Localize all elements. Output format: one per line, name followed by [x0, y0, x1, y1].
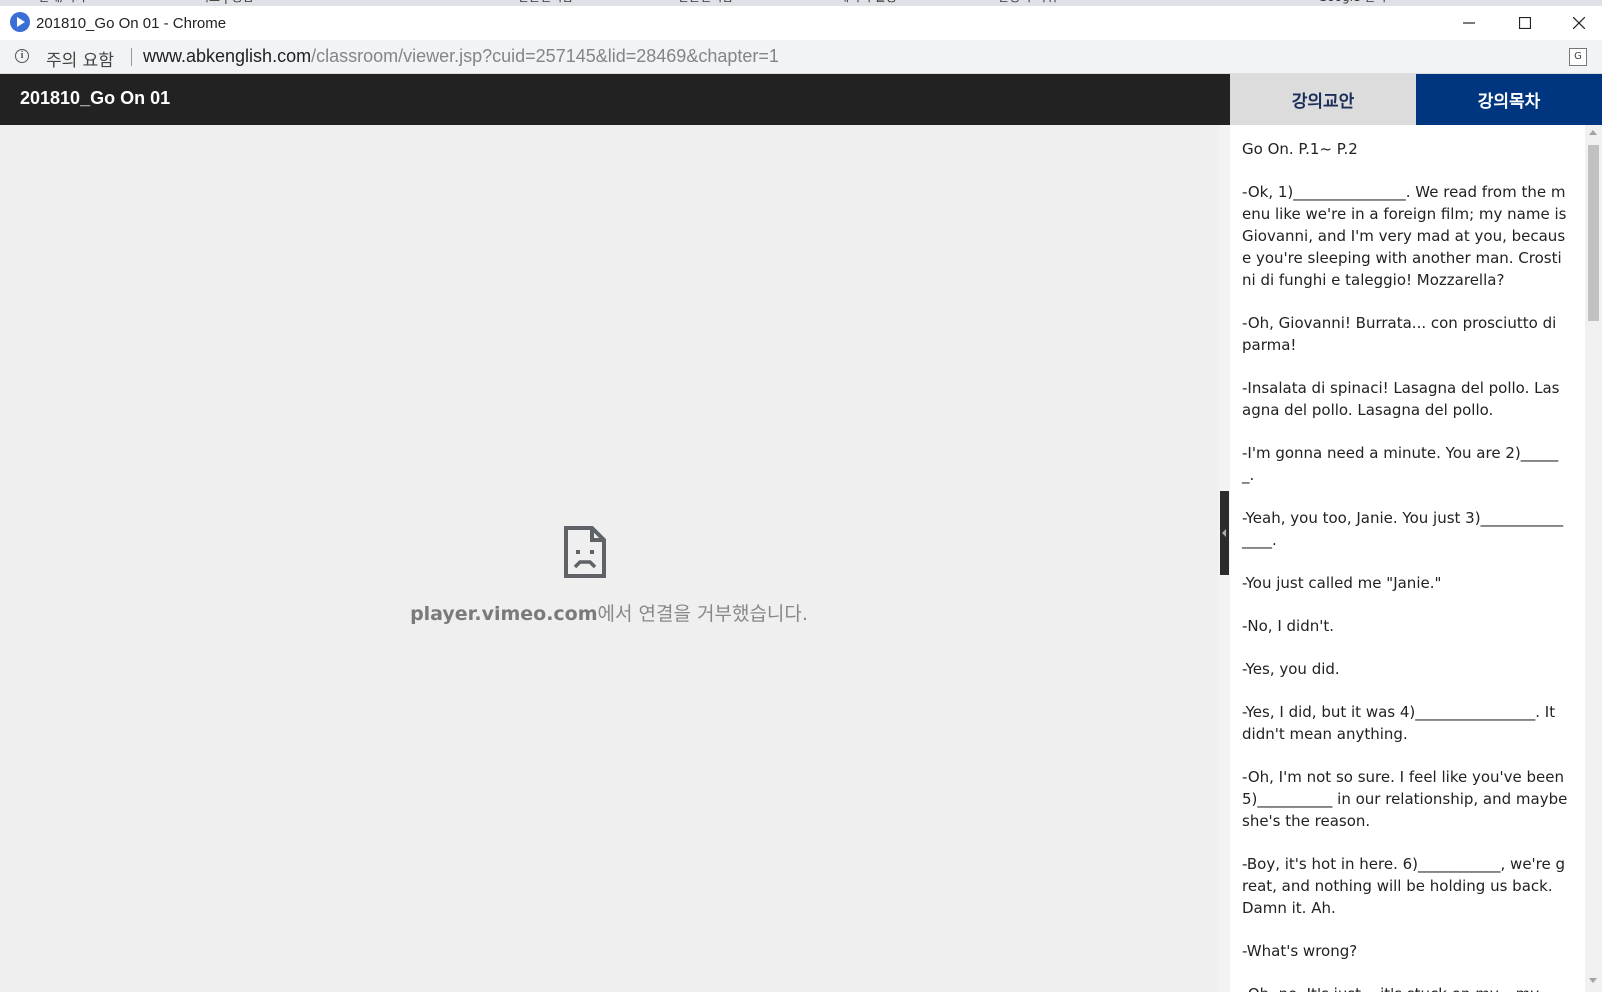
panel-splitter[interactable] — [1218, 125, 1230, 992]
sad-document-icon — [564, 526, 606, 578]
tab-close-icon[interactable]: ✕ — [419, 0, 429, 2]
tab-close-icon[interactable]: ✕ — [106, 0, 116, 4]
background-tab-label: 서초 | 종합 — [198, 0, 254, 4]
script-paragraph: -I'm gonna need a minute. You are 2)____… — [1242, 444, 1559, 484]
scroll-down-arrow-icon[interactable] — [1589, 978, 1597, 983]
background-tab-label: 한영기 어휘 — [998, 0, 1057, 4]
lecture-title: 201810_Go On 01 — [20, 88, 171, 108]
address-separator — [131, 48, 132, 66]
script-paragraph: -What's wrong? — [1242, 942, 1358, 960]
background-tab-label: 전체/리카 — [38, 0, 86, 4]
script-paragraph: -No, I didn't. — [1242, 617, 1335, 635]
url-text[interactable]: www.abkenglish.com/classroom/viewer.jsp?… — [143, 46, 779, 67]
tab-close-icon[interactable]: ✕ — [274, 0, 284, 4]
tab-close-icon[interactable]: ✕ — [753, 0, 763, 4]
script-panel: Go On. P.1~ P.2 -Ok, 1)_______________. W… — [1230, 125, 1585, 992]
error-host: player.vimeo.com — [410, 603, 598, 625]
scrollbar-thumb[interactable] — [1588, 145, 1599, 321]
url-host: www.abkenglish.com — [143, 46, 312, 66]
script-paragraph: -Boy, it's hot in here. 6)___________, w… — [1242, 855, 1566, 917]
chrome-play-icon — [10, 12, 30, 32]
script-scrollbar[interactable] — [1585, 125, 1602, 992]
script-paragraph: -Oh, no. It's just... it's stuck on my..… — [1242, 983, 1568, 992]
background-tab-label: NAVER — [358, 0, 399, 2]
error-text: 에서 연결을 거부했습니다. — [597, 603, 808, 625]
tab-close-icon[interactable]: ✕ — [917, 0, 927, 4]
tab-close-icon[interactable]: ✕ — [1406, 0, 1416, 4]
script-paragraph: -Oh, I'm not so sure. I feel like you've… — [1242, 768, 1568, 830]
script-paragraph: -Insalata di spinaci! Lasagna del pollo.… — [1242, 379, 1560, 419]
script-paragraph: Go On. P.1~ P.2 — [1242, 140, 1358, 158]
script-paragraph: -Ok, 1)_______________. We read from the… — [1242, 183, 1567, 289]
script-paragraph: -Yes, you did. — [1242, 660, 1340, 678]
close-window-button[interactable] — [1556, 6, 1602, 40]
script-text: Go On. P.1~ P.2 -Ok, 1)_______________. W… — [1242, 138, 1568, 992]
video-player-frame: player.vimeo.com에서 연결을 거부했습니다. — [0, 125, 1218, 992]
security-label[interactable]: 주의 요함 — [46, 46, 114, 71]
minimize-button[interactable] — [1446, 6, 1492, 40]
window-title-bar: 201810_Go On 01 - Chrome — [0, 6, 1602, 40]
connection-refused-message: player.vimeo.com에서 연결을 거부했습니다. — [0, 599, 1218, 626]
info-icon[interactable]: i — [15, 49, 29, 63]
tab-close-icon[interactable]: ✕ — [1077, 0, 1087, 4]
translate-icon[interactable]: G — [1569, 48, 1587, 66]
tab-lecture-contents[interactable]: 강의목차 — [1416, 74, 1602, 125]
maximize-button[interactable] — [1502, 6, 1548, 40]
script-paragraph: -Yeah, you too, Janie. You just 3)______… — [1242, 509, 1564, 549]
background-tab-label: 데이터 활용 — [838, 0, 897, 4]
url-path: /classroom/viewer.jsp?cuid=257145&lid=28… — [311, 46, 779, 66]
tab-close-icon[interactable]: ✕ — [1214, 0, 1224, 2]
background-tab-label: 받은편지함 — [678, 0, 733, 4]
collapse-handle[interactable] — [1220, 491, 1229, 575]
scroll-up-arrow-icon[interactable] — [1589, 130, 1597, 135]
script-paragraph: -Oh, Giovanni! Burrata... con prosciutto… — [1242, 314, 1557, 354]
tab-close-icon[interactable]: ✕ — [593, 0, 603, 4]
background-tab-label: Daum — [1158, 0, 1194, 2]
script-paragraph: -Yes, I did, but it was 4)______________… — [1242, 703, 1556, 743]
address-bar[interactable]: i 주의 요함 www.abkenglish.com/classroom/vie… — [0, 40, 1602, 74]
close-icon — [1573, 17, 1585, 29]
lecture-header: 201810_Go On 01 — [0, 74, 1230, 125]
minimize-icon — [1463, 22, 1475, 24]
background-tab-label: 받은편지함 — [518, 0, 573, 4]
background-tab-label: Google 번역 — [1318, 0, 1386, 4]
script-paragraph: -You just called me "Janie." — [1242, 574, 1442, 592]
window-title: 201810_Go On 01 - Chrome — [36, 15, 227, 32]
tab-lecture-materials[interactable]: 강의교안 — [1230, 74, 1416, 125]
maximize-icon — [1519, 17, 1531, 29]
